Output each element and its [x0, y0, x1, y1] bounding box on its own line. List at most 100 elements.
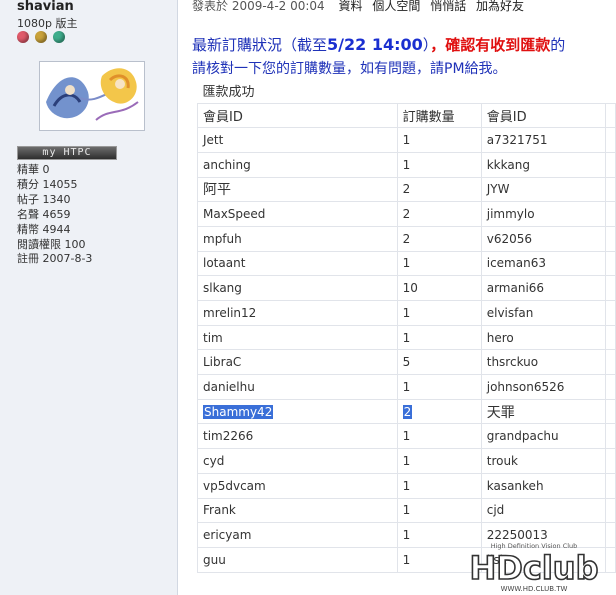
table-row: lotaant 1 iceman63	[197, 250, 616, 277]
msg-time: 5/22 14:00	[327, 35, 423, 54]
table-row: Frank 1 cjd	[197, 497, 616, 524]
cell-member-id-2: elvisfan	[480, 300, 607, 326]
cell-member-id: tim2266	[197, 423, 398, 450]
cell-member-id: Shammy42	[197, 398, 398, 425]
cell-member-id-2: kkkang	[480, 151, 607, 178]
cell-quantity: 10	[396, 275, 482, 301]
cell-member-id: Jett	[197, 127, 398, 153]
cell-quantity: 1	[396, 151, 482, 178]
table-row: slkang 10 armani66	[197, 275, 616, 301]
stat-coins: 精幣 4944	[17, 222, 71, 236]
table-row: MaxSpeed 2 jimmylo	[197, 201, 616, 227]
table-cell-blank	[605, 398, 616, 425]
stat-points: 積分 14055	[17, 177, 78, 191]
cell-member-id: 阿平	[197, 176, 398, 203]
stat-reputation: 名聲 4659	[17, 207, 71, 221]
cell-member-id-2: thsrckuo	[480, 349, 607, 376]
private-message-link[interactable]: 悄悄話	[430, 0, 466, 13]
table-cell-blank	[605, 151, 616, 178]
cell-member-id: Frank	[197, 497, 398, 524]
cell-member-id: tim	[197, 324, 398, 351]
cell-quantity: 1	[396, 448, 482, 474]
table-row: mrelin12 1 elvisfan	[197, 300, 616, 326]
cell-member-id: mpfuh	[197, 225, 398, 252]
cell-quantity: 2	[396, 201, 482, 227]
header-quantity: 訂購數量	[396, 102, 482, 129]
cell-member-id-2: grandpachu	[480, 423, 607, 450]
table-row: cyd 1 trouk	[197, 448, 616, 474]
personal-space-link[interactable]: 個人空間	[372, 0, 420, 13]
table-row: 阿平 2 JYW	[197, 176, 616, 203]
payment-table: 匯款成功 會員ID 訂購數量 會員ID Jett 1 a7321751 anching…	[197, 78, 616, 573]
table-cell-blank	[605, 201, 616, 227]
table-row: Shammy42 2 天罪	[197, 398, 616, 425]
cell-quantity: 1	[396, 423, 482, 450]
cell-member-id-2: johnson6526	[480, 374, 607, 400]
table-cell-blank	[605, 225, 616, 252]
cell-member-id: danielhu	[197, 374, 398, 400]
user-sidebar: shavian 1080p 版主 my HTPC 精華 0 積分 14055 帖…	[0, 0, 178, 595]
cell-quantity: 2	[396, 225, 482, 252]
msg-prefix: 最新訂購狀況（截至	[192, 36, 328, 54]
user-rank-title: 1080p 版主	[17, 17, 78, 30]
cell-member-id: cyd	[197, 448, 398, 474]
table-row: Jett 1 a7321751	[197, 127, 616, 153]
table-cell-blank	[605, 300, 616, 326]
cell-member-id: MaxSpeed	[197, 201, 398, 227]
selected-text: 2	[402, 404, 413, 419]
cell-member-id: slkang	[197, 275, 398, 301]
header-member-id: 會員ID	[197, 102, 398, 129]
cell-member-id-2: trouk	[480, 448, 607, 474]
table-row: tim2266 1 grandpachu	[197, 423, 616, 450]
selected-text: Shammy42	[203, 404, 274, 419]
table-row: mpfuh 2 v62056	[197, 225, 616, 252]
cell-quantity: 5	[396, 349, 482, 376]
watermark-logo: HDclub	[470, 549, 599, 587]
cell-quantity: 1	[396, 127, 482, 153]
table-header-row: 會員ID 訂購數量 會員ID	[197, 102, 616, 129]
cell-member-id-2: jimmylo	[480, 201, 607, 227]
medal-icon	[35, 31, 48, 43]
cell-member-id-2: hero	[480, 324, 607, 351]
table-cell-blank	[605, 176, 616, 203]
cell-member-id: ericyam	[197, 522, 398, 548]
watermark-site: WWW.HD.CLUB.TW	[501, 585, 568, 593]
cell-member-id-2: kasankeh	[480, 472, 607, 499]
table-cell-blank	[605, 374, 616, 400]
cell-member-id: guu	[197, 546, 398, 573]
cell-member-id-2: JYW	[480, 176, 607, 203]
table-row: anching 1 kkkang	[197, 151, 616, 178]
table-cell-blank	[605, 423, 616, 450]
cell-quantity: 1	[396, 324, 482, 351]
table-cell-blank	[605, 472, 616, 499]
table-cell-blank	[605, 497, 616, 524]
medal-icon	[53, 31, 66, 43]
table-row: danielhu 1 johnson6526	[197, 374, 616, 400]
hdclub-watermark: High Definition Vision Club HDclub WWW.H…	[469, 542, 600, 593]
post-meta: 發表於 2009-4-2 00:04 資料 個人空間 悄悄話 加為好友	[192, 0, 530, 14]
cell-member-id: mrelin12	[197, 300, 398, 326]
add-friend-link[interactable]: 加為好友	[476, 0, 524, 13]
table-row: LibraC 5 thsrckuo	[197, 349, 616, 376]
cell-member-id-2: v62056	[480, 225, 607, 252]
cell-quantity: 1	[396, 472, 482, 499]
cell-member-id-2: a7321751	[480, 127, 607, 153]
table-cell-blank	[605, 127, 616, 153]
user-stats: 精華 0 積分 14055 帖子 1340 名聲 4659 精幣 4944 閱讀…	[17, 163, 92, 267]
cell-member-id: LibraC	[197, 349, 398, 376]
username-link[interactable]: shavian	[17, 0, 74, 14]
user-avatar[interactable]	[39, 61, 145, 131]
stat-read-permission: 閱讀權限 100	[17, 237, 86, 251]
table-cell-blank	[605, 275, 616, 301]
msg-tail: 的	[550, 36, 566, 54]
cell-quantity: 2	[396, 176, 482, 203]
cell-quantity: 1	[396, 250, 482, 277]
cell-member-id-2: iceman63	[480, 250, 607, 277]
cell-quantity: 1	[396, 300, 482, 326]
cell-member-id: vp5dvcam	[197, 472, 398, 499]
my-htpc-badge[interactable]: my HTPC	[17, 146, 117, 160]
profile-link[interactable]: 資料	[339, 0, 363, 13]
medal-icon	[17, 31, 29, 43]
table-cell-blank	[605, 349, 616, 376]
table-cell-blank	[605, 102, 616, 129]
